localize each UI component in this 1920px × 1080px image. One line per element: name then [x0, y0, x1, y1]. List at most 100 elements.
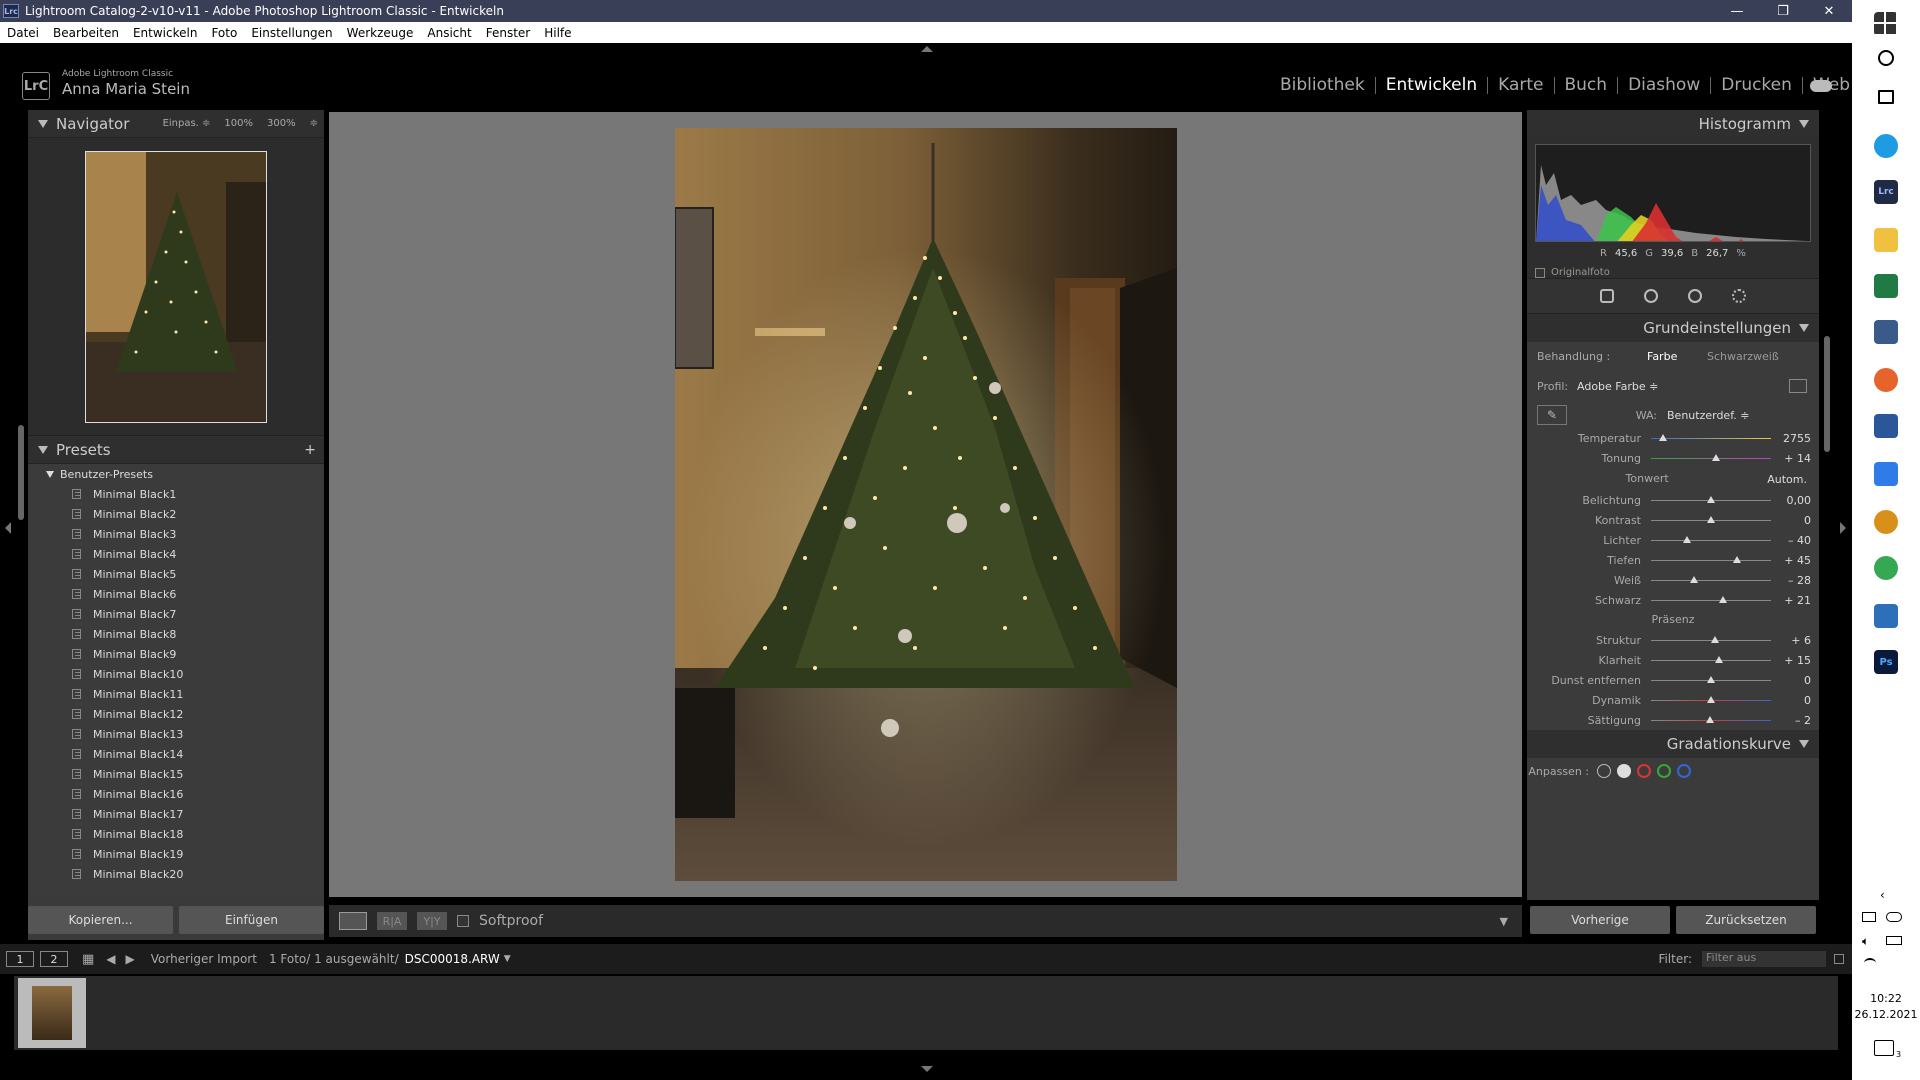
before-after-button[interactable]: R|A: [377, 912, 407, 930]
preset-item[interactable]: Minimal Black3: [28, 524, 324, 544]
photoshop-icon[interactable]: Ps: [1874, 650, 1898, 674]
slider-value[interactable]: 2755: [1771, 432, 1811, 445]
firefox-icon[interactable]: [1874, 368, 1898, 392]
collapse-triangle-icon[interactable]: [38, 445, 48, 454]
preset-item[interactable]: Minimal Black10: [28, 664, 324, 684]
module-entwickeln[interactable]: Entwickeln: [1376, 77, 1489, 94]
presets-header[interactable]: Presets +: [28, 436, 324, 464]
slider-value[interactable]: 0: [1771, 674, 1811, 687]
slider-knob[interactable]: [1705, 715, 1714, 723]
notification-icon[interactable]: [1874, 1040, 1894, 1056]
collapse-bottom-arrow-icon[interactable]: [921, 1066, 933, 1072]
restore-button[interactable]: ❐: [1760, 0, 1806, 22]
menu-foto[interactable]: Foto: [204, 26, 244, 40]
file-name[interactable]: DSC00018.ARW: [405, 952, 500, 966]
original-photo-checkbox[interactable]: [1535, 267, 1545, 278]
reset-button[interactable]: Zurücksetzen: [1676, 906, 1816, 934]
slider-value[interactable]: + 21: [1771, 594, 1811, 607]
slider-knob[interactable]: [1715, 655, 1724, 663]
slider-value[interactable]: – 2: [1771, 714, 1811, 727]
preset-item[interactable]: Minimal Black19: [28, 844, 324, 864]
collapse-triangle-icon[interactable]: [1799, 324, 1809, 332]
eyedropper-icon[interactable]: ✎: [1537, 405, 1567, 425]
menu-bearbeiten[interactable]: Bearbeiten: [46, 26, 126, 40]
module-karte[interactable]: Karte: [1488, 77, 1555, 94]
menu-hilfe[interactable]: Hilfe: [537, 26, 578, 40]
chrome-icon[interactable]: [1874, 556, 1898, 580]
preset-item[interactable]: Minimal Black18: [28, 824, 324, 844]
slider-knob[interactable]: [1719, 595, 1727, 603]
collapse-triangle-icon[interactable]: [1799, 740, 1809, 748]
menu-werkzeuge[interactable]: Werkzeuge: [340, 26, 421, 40]
slider-value[interactable]: 0: [1771, 694, 1811, 707]
module-diashow[interactable]: Diashow: [1618, 77, 1712, 94]
slider-knob[interactable]: [1683, 535, 1691, 543]
minimize-button[interactable]: —: [1714, 0, 1760, 22]
volume-icon[interactable]: 🔈︎: [1862, 934, 1869, 949]
cloud-icon[interactable]: [1810, 80, 1832, 92]
original-photo-toggle[interactable]: Originalfoto: [1535, 267, 1811, 278]
treatment-bw[interactable]: Schwarzweiß: [1707, 350, 1779, 363]
histogram-graph[interactable]: [1535, 144, 1811, 242]
wifi-icon[interactable]: [1864, 958, 1876, 968]
start-icon[interactable]: [1874, 12, 1898, 36]
meet-icon[interactable]: [1862, 912, 1876, 922]
navigator-preview[interactable]: [28, 138, 324, 436]
module-bibliothek[interactable]: Bibliothek: [1270, 77, 1376, 94]
back-arrow-icon[interactable]: ◀: [106, 952, 115, 966]
menu-entwickeln[interactable]: Entwickeln: [126, 26, 204, 40]
slider-knob[interactable]: [1711, 453, 1720, 461]
slider-knob[interactable]: [1707, 495, 1715, 503]
copy-button[interactable]: Kopieren...: [28, 906, 173, 934]
navigator-thumbnail[interactable]: [85, 150, 267, 423]
onedrive-icon[interactable]: [1886, 912, 1902, 922]
collapse-top-arrow-icon[interactable]: [921, 46, 933, 52]
filmstrip-thumbnail[interactable]: [18, 978, 86, 1048]
slider-track[interactable]: [1651, 433, 1771, 441]
preset-item[interactable]: Minimal Black15: [28, 764, 324, 784]
preset-item[interactable]: Minimal Black1: [28, 484, 324, 504]
curve-rgb-icon[interactable]: [1617, 764, 1631, 778]
left-panel-toggle-icon[interactable]: [5, 522, 11, 534]
basic-header[interactable]: Grundeinstellungen: [1527, 314, 1819, 342]
preset-folder[interactable]: Benutzer-Presets: [28, 464, 324, 484]
filter-lock-icon[interactable]: [1834, 954, 1844, 964]
slider-value[interactable]: – 28: [1771, 574, 1811, 587]
preset-item[interactable]: Minimal Black7: [28, 604, 324, 624]
slider-track[interactable]: [1651, 495, 1771, 503]
add-preset-icon[interactable]: +: [304, 442, 316, 458]
zoom-fit[interactable]: Einpas. ≑: [163, 118, 211, 129]
clock-time[interactable]: 10:22: [1852, 992, 1920, 1005]
folder-triangle-icon[interactable]: [46, 470, 54, 478]
curve-green-icon[interactable]: [1657, 764, 1671, 778]
histogram-header[interactable]: Histogramm: [1527, 110, 1819, 138]
paste-button[interactable]: Einfügen: [179, 906, 324, 934]
profile-select[interactable]: Adobe Farbe ≑: [1577, 380, 1658, 393]
calculator-icon[interactable]: [1874, 320, 1898, 344]
preset-item[interactable]: Minimal Black13: [28, 724, 324, 744]
previous-button[interactable]: Vorherige: [1530, 906, 1670, 934]
curve-blue-icon[interactable]: [1677, 764, 1691, 778]
preset-item[interactable]: Minimal Black9: [28, 644, 324, 664]
preset-item[interactable]: Minimal Black14: [28, 744, 324, 764]
edge-icon[interactable]: [1874, 134, 1898, 158]
slider-track[interactable]: [1651, 535, 1771, 543]
red-eye-icon[interactable]: [1688, 289, 1702, 303]
file-explorer-icon[interactable]: [1874, 228, 1898, 252]
slider-knob[interactable]: [1733, 555, 1742, 563]
battery-icon[interactable]: [1886, 936, 1902, 945]
preset-item[interactable]: Minimal Black6: [28, 584, 324, 604]
preset-item[interactable]: Minimal Black12: [28, 704, 324, 724]
preset-item[interactable]: Minimal Black5: [28, 564, 324, 584]
module-buch[interactable]: Buch: [1555, 77, 1619, 94]
collapse-triangle-icon[interactable]: [1799, 120, 1809, 128]
softproof-checkbox[interactable]: [457, 915, 469, 927]
slider-knob[interactable]: [1707, 695, 1715, 703]
crop-icon[interactable]: [1600, 289, 1614, 303]
slider-track[interactable]: [1651, 555, 1771, 563]
slider-track[interactable]: [1651, 515, 1771, 523]
curve-parametric-icon[interactable]: [1597, 764, 1611, 778]
task-view-icon[interactable]: [1878, 90, 1894, 104]
module-drucken[interactable]: Drucken: [1711, 77, 1803, 94]
app-icon-orange[interactable]: [1874, 510, 1898, 534]
